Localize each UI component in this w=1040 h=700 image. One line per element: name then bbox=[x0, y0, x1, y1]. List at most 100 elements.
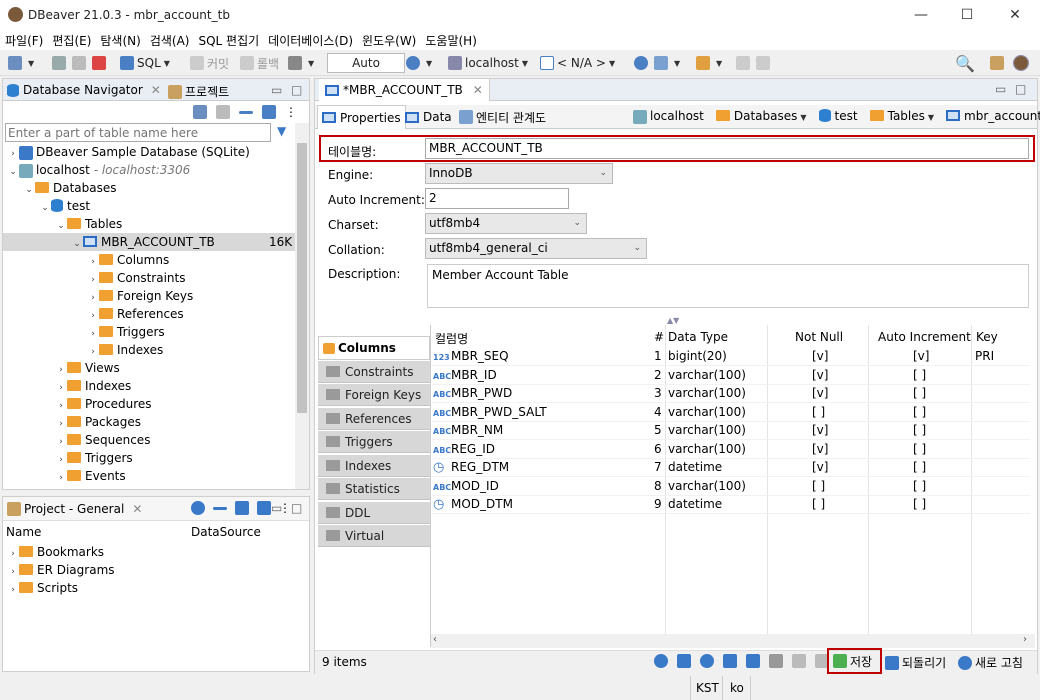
menu-navigate[interactable]: 탐색(N) bbox=[95, 32, 144, 49]
ordinal-cell[interactable]: 1 bbox=[654, 347, 662, 365]
ordinal-cell[interactable]: 3 bbox=[654, 384, 662, 402]
tab-er-diagram[interactable]: 엔티티 관계도 bbox=[459, 107, 546, 127]
auto-increment-cell[interactable]: [ ] bbox=[913, 403, 926, 421]
maximize-button[interactable]: ☐ bbox=[944, 0, 990, 30]
ordinal-cell[interactable]: 2 bbox=[654, 366, 662, 384]
sidetab-references[interactable]: References bbox=[318, 408, 430, 430]
close-button[interactable]: ✕ bbox=[992, 0, 1038, 30]
not-null-cell[interactable]: [v] bbox=[812, 384, 828, 402]
editor-tab-mbr-account-tb[interactable]: *MBR_ACCOUNT_TB ✕ bbox=[319, 79, 490, 101]
revert-button[interactable]: 되돌리기 bbox=[885, 654, 946, 671]
tab-properties[interactable]: Properties bbox=[317, 105, 406, 129]
menu-window[interactable]: 윈도우(W) bbox=[357, 32, 420, 49]
not-null-cell[interactable]: [ ] bbox=[812, 403, 825, 421]
sql-editor-button[interactable]: SQL ▼ bbox=[120, 53, 170, 73]
ordinal-cell[interactable]: 7 bbox=[654, 458, 662, 476]
not-null-cell[interactable]: [v] bbox=[812, 366, 828, 384]
tree-item-procedures[interactable]: › Procedures bbox=[55, 395, 151, 413]
ordinal-cell[interactable]: 6 bbox=[654, 440, 662, 458]
scrollbar-thumb[interactable] bbox=[297, 143, 307, 413]
transaction-mode-button[interactable]: ▼ bbox=[288, 53, 314, 73]
table-row[interactable]: ◷ REG_DTM bbox=[433, 458, 509, 476]
view-menu-icon[interactable]: ⋮ bbox=[285, 105, 297, 119]
gear-icon[interactable] bbox=[700, 654, 714, 668]
header-not-null[interactable]: Not Null bbox=[795, 330, 843, 344]
crumb-test[interactable]: test bbox=[818, 109, 858, 124]
auto-increment-cell[interactable]: [ ] bbox=[913, 421, 926, 439]
project-item-er-diagrams[interactable]: › ER Diagrams bbox=[7, 561, 114, 579]
invalidate-button[interactable] bbox=[92, 53, 109, 73]
table-row[interactable]: ABCREG_ID bbox=[433, 440, 495, 458]
tree-item-triggers[interactable]: › Triggers bbox=[87, 323, 164, 341]
sidetab-columns[interactable]: Columns bbox=[318, 336, 430, 360]
ordinal-cell[interactable]: 8 bbox=[654, 477, 662, 495]
menu-edit[interactable]: 편집(E) bbox=[47, 32, 95, 49]
tree-item-tables[interactable]: ⌄ Tables bbox=[55, 215, 122, 233]
filter-icon[interactable]: ▼ bbox=[277, 124, 286, 138]
ordinal-cell[interactable]: 9 bbox=[654, 495, 662, 513]
move-up-icon[interactable] bbox=[792, 654, 806, 668]
table-row[interactable]: ABCMBR_PWD bbox=[433, 384, 512, 402]
crumb-databases[interactable]: Databases ▼ bbox=[715, 109, 807, 124]
tab-data[interactable]: Data bbox=[405, 107, 452, 127]
close-icon[interactable]: ✕ bbox=[151, 83, 161, 97]
tree-item-sequences[interactable]: › Sequences bbox=[55, 431, 150, 449]
menu-database[interactable]: 데이터베이스(D) bbox=[263, 32, 357, 49]
header-ordinal[interactable]: # bbox=[654, 330, 664, 344]
dbeaver-perspective-button[interactable] bbox=[1013, 53, 1031, 73]
tree-item-test[interactable]: ⌄ test bbox=[39, 197, 90, 215]
gear-icon[interactable] bbox=[191, 501, 205, 515]
disconnect-button[interactable] bbox=[72, 53, 89, 73]
data-type-cell[interactable]: varchar(100) bbox=[668, 477, 746, 495]
ordinal-cell[interactable]: 5 bbox=[654, 421, 662, 439]
maximize-panel-button[interactable]: □ bbox=[291, 83, 302, 97]
new-folder-icon[interactable] bbox=[216, 105, 230, 119]
maximize-panel-button[interactable]: □ bbox=[291, 501, 302, 515]
table-row[interactable]: ABCMBR_NM bbox=[433, 421, 503, 439]
crumb-tables[interactable]: Tables ▼ bbox=[869, 109, 934, 124]
new-connection-icon[interactable] bbox=[193, 105, 207, 119]
tree-item-columns[interactable]: › Columns bbox=[87, 251, 169, 269]
scroll-left-icon[interactable]: ‹ bbox=[433, 634, 437, 645]
data-type-cell[interactable]: varchar(100) bbox=[668, 366, 746, 384]
auto-increment-input[interactable]: 2 bbox=[425, 188, 569, 209]
splitter-handle-icon[interactable]: ▲▼ bbox=[667, 316, 679, 325]
not-null-cell[interactable]: [v] bbox=[812, 440, 828, 458]
minimize-button[interactable]: — bbox=[898, 0, 944, 30]
add-row-icon[interactable] bbox=[746, 654, 760, 668]
table-filter-input[interactable] bbox=[5, 123, 271, 142]
sidetab-virtual[interactable]: Virtual bbox=[318, 525, 430, 547]
forward-button[interactable] bbox=[756, 53, 773, 73]
connect-button[interactable] bbox=[52, 53, 69, 73]
rollback-button[interactable]: 롤백 bbox=[240, 53, 279, 73]
project-item-bookmarks[interactable]: › Bookmarks bbox=[7, 543, 104, 561]
table-row[interactable]: ABCMBR_ID bbox=[433, 366, 497, 384]
close-icon[interactable]: ✕ bbox=[473, 83, 483, 97]
sidetab-statistics[interactable]: Statistics bbox=[318, 478, 430, 500]
tree-item-sample-db[interactable]: › DBeaver Sample Database (SQLite) bbox=[7, 143, 250, 161]
ordinal-cell[interactable]: 4 bbox=[654, 403, 662, 421]
tree-item-localhost[interactable]: ⌄ localhost - localhost:3306 bbox=[7, 161, 190, 179]
tree-item-views[interactable]: › Views bbox=[55, 359, 120, 377]
tree-item-db-triggers[interactable]: › Triggers bbox=[55, 449, 132, 467]
collapse-all-icon[interactable] bbox=[239, 111, 253, 114]
auto-increment-cell[interactable]: [v] bbox=[913, 347, 929, 365]
new-connection-button[interactable]: ▼ bbox=[8, 53, 34, 73]
search-button[interactable]: 🔍 bbox=[955, 53, 975, 73]
charset-select[interactable]: utf8mb4 ⌄ bbox=[425, 213, 587, 234]
table-row[interactable]: 123MBR_SEQ bbox=[433, 347, 509, 365]
tree-item-db-indexes[interactable]: › Indexes bbox=[55, 377, 131, 395]
table-row[interactable]: ABCMBR_PWD_SALT bbox=[433, 403, 547, 421]
header-auto-increment[interactable]: Auto Increment bbox=[878, 330, 971, 344]
not-null-cell[interactable]: [ ] bbox=[812, 495, 825, 513]
auto-increment-cell[interactable]: [ ] bbox=[913, 458, 926, 476]
close-icon[interactable]: ✕ bbox=[132, 502, 142, 516]
data-type-cell[interactable]: bigint(20) bbox=[668, 347, 727, 365]
key-cell[interactable]: PRI bbox=[975, 347, 994, 365]
auto-increment-cell[interactable]: [ ] bbox=[913, 495, 926, 513]
not-null-cell[interactable]: [v] bbox=[812, 421, 828, 439]
engine-select[interactable]: InnoDB ⌄ bbox=[425, 163, 613, 184]
column-header-name[interactable]: Name bbox=[6, 525, 41, 539]
column-header-datasource[interactable]: DataSource bbox=[191, 525, 261, 539]
auto-increment-cell[interactable]: [ ] bbox=[913, 440, 926, 458]
